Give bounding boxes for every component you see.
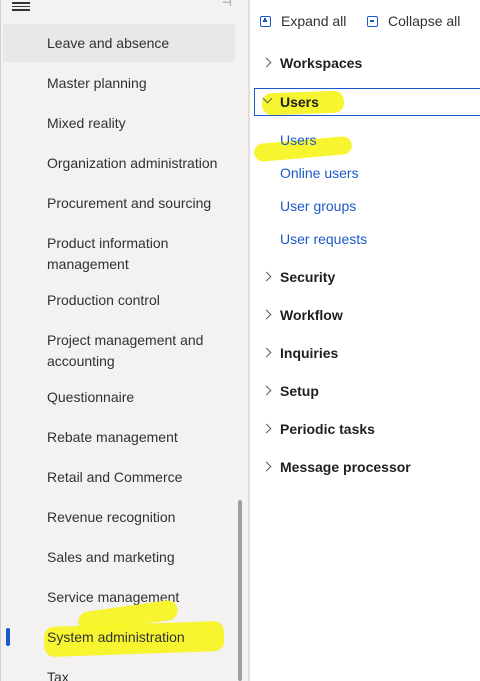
nav-item-label: Retail and Commerce — [47, 469, 183, 485]
nav-item-retail-and-commerce[interactable]: Retail and Commerce — [3, 467, 235, 488]
nav-item-label: System administration — [47, 629, 185, 645]
group-security[interactable]: Security — [260, 264, 480, 290]
chevron-right-icon — [261, 347, 272, 358]
group-message-processor[interactable]: Message processor — [260, 454, 480, 480]
nav-item-label: Master planning — [47, 75, 147, 91]
nav-item-label: Product information management — [47, 235, 169, 272]
nav-item-label: Rebate management — [47, 429, 178, 445]
chevron-right-icon — [261, 423, 272, 434]
group-inquiries[interactable]: Inquiries — [260, 340, 480, 366]
nav-item-label: Project management and accounting — [47, 332, 204, 369]
link-online-users[interactable]: Online users — [280, 163, 359, 183]
group-label: Message processor — [280, 459, 411, 475]
link-user-groups[interactable]: User groups — [280, 196, 356, 216]
chevron-right-icon — [261, 57, 272, 68]
nav-item-label: Tax — [47, 669, 69, 681]
nav-item-organization-administration[interactable]: Organization administration — [3, 153, 235, 174]
nav-item-label: Mixed reality — [47, 115, 126, 131]
nav-item-revenue-recognition[interactable]: Revenue recognition — [3, 507, 235, 528]
nav-item-questionnaire[interactable]: Questionnaire — [3, 387, 235, 408]
group-label: Users — [280, 94, 319, 110]
pin-icon[interactable]: ⊣ — [222, 0, 238, 9]
nav-item-master-planning[interactable]: Master planning — [3, 73, 235, 94]
pane-divider[interactable] — [248, 0, 250, 681]
nav-item-label: Sales and marketing — [47, 549, 175, 565]
nav-item-mixed-reality[interactable]: Mixed reality — [3, 113, 235, 134]
nav-item-procurement-and-sourcing[interactable]: Procurement and sourcing — [3, 193, 235, 214]
group-users[interactable]: Users — [260, 89, 480, 115]
nav-item-service-management[interactable]: Service management — [3, 587, 235, 608]
collapse-all-label: Collapse all — [388, 13, 461, 29]
nav-item-leave-and-absence[interactable]: Leave and absence — [3, 24, 235, 62]
nav-item-label: Leave and absence — [47, 35, 170, 51]
group-label: Setup — [280, 383, 319, 399]
hamburger-menu-icon[interactable] — [12, 0, 34, 12]
module-navigation-pane: ⊣ Leave and absence Master planning Mixe… — [0, 0, 250, 681]
chevron-right-icon — [261, 271, 272, 282]
nav-item-project-management-and-accounting[interactable]: Project management and accounting — [3, 330, 235, 372]
nav-item-product-information-management[interactable]: Product information management — [3, 233, 235, 275]
nav-scrollbar-thumb[interactable] — [238, 500, 242, 681]
nav-item-label: Questionnaire — [47, 389, 135, 405]
group-workspaces[interactable]: Workspaces — [260, 50, 480, 76]
link-users[interactable]: Users — [280, 130, 317, 150]
nav-item-system-administration[interactable]: System administration — [3, 618, 235, 656]
selected-indicator — [6, 628, 10, 646]
nav-item-label: Production control — [47, 292, 160, 308]
collapse-all-icon — [367, 15, 378, 27]
nav-item-label: Revenue recognition — [47, 509, 176, 525]
expand-all-label: Expand all — [281, 13, 347, 29]
group-workflow[interactable]: Workflow — [260, 302, 480, 328]
expand-all-button[interactable]: Expand all — [260, 10, 346, 32]
expand-all-icon — [260, 15, 271, 27]
group-label: Inquiries — [280, 345, 339, 361]
pane-edge — [0, 0, 1, 681]
group-periodic-tasks[interactable]: Periodic tasks — [260, 416, 480, 442]
nav-item-label: Procurement and sourcing — [47, 195, 212, 211]
chevron-right-icon — [261, 309, 272, 320]
collapse-all-button[interactable]: Collapse all — [367, 10, 460, 32]
nav-item-rebate-management[interactable]: Rebate management — [3, 427, 235, 448]
nav-item-tax[interactable]: Tax — [3, 667, 235, 681]
nav-item-production-control[interactable]: Production control — [3, 290, 235, 311]
nav-item-sales-and-marketing[interactable]: Sales and marketing — [3, 547, 235, 568]
chevron-right-icon — [261, 461, 272, 472]
chevron-right-icon — [261, 385, 272, 396]
group-setup[interactable]: Setup — [260, 378, 480, 404]
group-label: Periodic tasks — [280, 421, 375, 437]
group-label: Security — [280, 269, 336, 285]
nav-item-label: Organization administration — [47, 155, 218, 171]
chevron-down-icon — [262, 93, 273, 104]
group-label: Workspaces — [280, 55, 363, 71]
link-user-requests[interactable]: User requests — [280, 229, 367, 249]
group-label: Workflow — [280, 307, 343, 323]
